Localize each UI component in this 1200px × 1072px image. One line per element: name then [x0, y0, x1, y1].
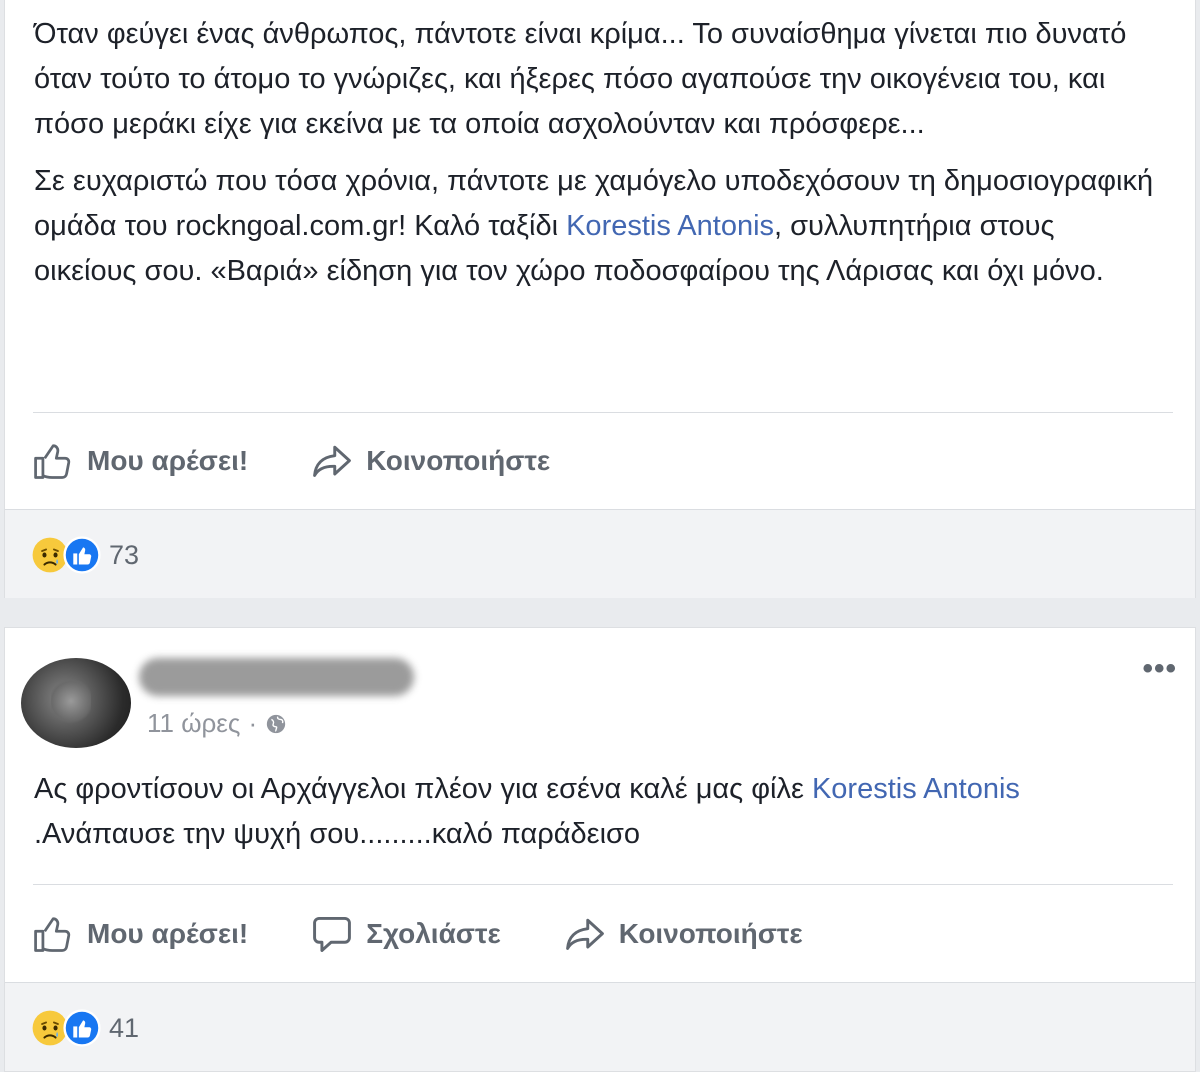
reactions-summary[interactable]: 73: [31, 536, 139, 574]
reactions-bar: 41: [5, 982, 1195, 1071]
post-paragraph-2: Σε ευχαριστώ που τόσα χρόνια, πάντοτε με…: [34, 159, 1155, 294]
post-paragraph-1: Ας φροντίσουν οι Αρχάγγελοι πλέον για εσ…: [34, 767, 1155, 857]
reaction-count: 41: [109, 1012, 140, 1043]
like-button[interactable]: Μου αρέσει!: [31, 439, 248, 483]
post-card-2: 11 ώρες · ••• Ας φροντίσουν οι Αρχάγγελο…: [4, 627, 1196, 1072]
mention-link[interactable]: Korestis Antonis: [566, 210, 774, 242]
thumbs-up-icon: [34, 917, 71, 952]
reactions-bar: 73: [5, 509, 1195, 598]
like-label: Μου αρέσει!: [87, 918, 249, 949]
post-meta: 11 ώρες ·: [147, 708, 287, 739]
reaction-count: 73: [109, 539, 140, 570]
comment-button[interactable]: Σχολιάστε: [310, 912, 501, 956]
like-button[interactable]: Μου αρέσει!: [31, 912, 248, 956]
mention-link[interactable]: Korestis Antonis: [812, 773, 1020, 805]
like-reaction-icon: [63, 1009, 101, 1047]
reactions-summary[interactable]: 41: [31, 1009, 139, 1047]
share-button[interactable]: Κοινοποιήστε: [563, 912, 803, 956]
share-label: Κοινοποιήστε: [618, 918, 803, 949]
like-label: Μου αρέσει!: [87, 445, 249, 476]
post-text: Ας φροντίσουν οι Αρχάγγελοι πλέον για εσ…: [34, 767, 1155, 857]
meta-separator: ·: [248, 708, 258, 738]
avatar[interactable]: [21, 658, 131, 748]
post-text-end: .Ανάπαυσε την ψυχή σου.........καλό παρά…: [34, 818, 641, 850]
post-card-1: Όταν φεύγει ένας άνθρωπος, πάντοτε είναι…: [4, 0, 1196, 598]
post-text: Όταν φεύγει ένας άνθρωπος, πάντοτε είναι…: [34, 12, 1155, 294]
share-arrow-icon: [565, 918, 604, 950]
divider: [33, 884, 1173, 885]
share-arrow-icon: [313, 445, 352, 477]
post-text-start: Ας φροντίσουν οι Αρχάγγελοι πλέον για εσ…: [34, 773, 812, 805]
post-paragraph-1: Όταν φεύγει ένας άνθρωπος, πάντοτε είναι…: [34, 18, 1127, 140]
like-reaction-icon: [63, 536, 101, 574]
globe-icon: [266, 714, 286, 733]
share-button[interactable]: Κοινοποιήστε: [310, 439, 550, 483]
action-bar: Μου αρέσει! Σχολιάστε Κοινοποιήστε: [31, 909, 865, 959]
comment-icon: [313, 916, 352, 952]
share-label: Κοινοποιήστε: [366, 445, 551, 476]
timestamp[interactable]: 11 ώρες: [147, 708, 240, 739]
divider: [33, 412, 1173, 413]
comment-label: Σχολιάστε: [366, 918, 501, 949]
more-options-button[interactable]: •••: [1142, 652, 1177, 686]
thumbs-up-icon: [34, 444, 71, 479]
action-bar: Μου αρέσει! Κοινοποιήστε: [31, 436, 612, 486]
author-name-blurred[interactable]: [139, 658, 414, 696]
